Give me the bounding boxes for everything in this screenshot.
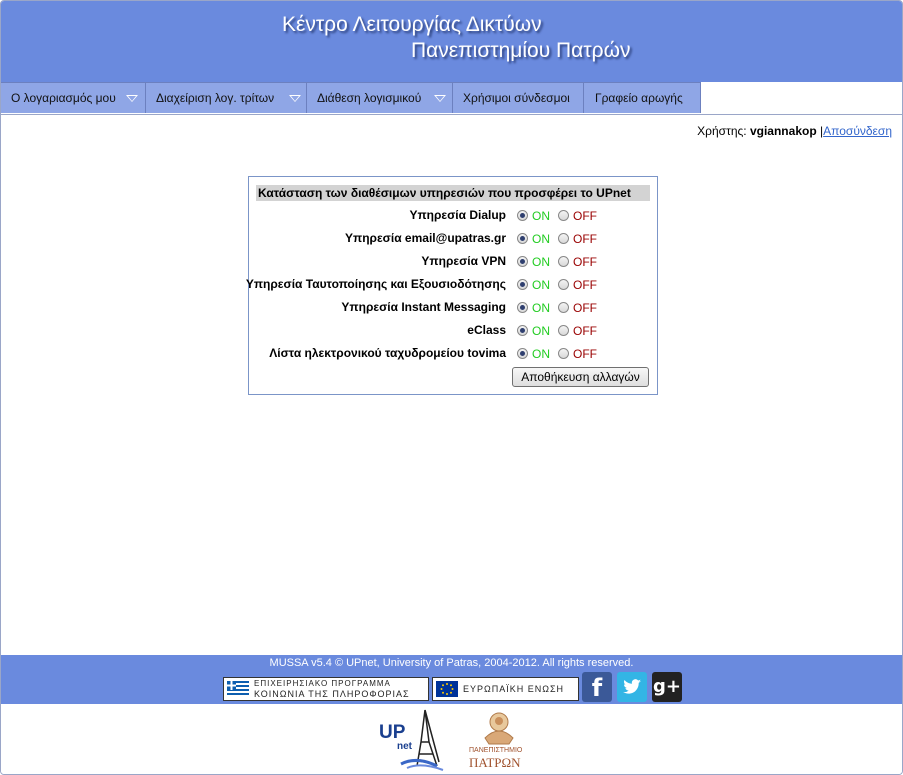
upnet-tower-icon <box>400 709 444 771</box>
on-label: ON <box>532 324 550 338</box>
menu-third-party-accounts-label: Διαχείριση λογ. τρίτων <box>156 91 275 105</box>
service-off-radio[interactable] <box>558 233 569 244</box>
service-on-radio[interactable] <box>517 256 528 267</box>
site-footer: MUSSA v5.4 © UPnet, University of Patras… <box>1 655 902 704</box>
on-label: ON <box>532 255 550 269</box>
university-emblem-icon <box>484 712 514 745</box>
service-name: Λίστα ηλεκτρονικού ταχυδρομείου tovima <box>269 346 506 360</box>
service-off-radio[interactable] <box>558 302 569 313</box>
service-off-radio[interactable] <box>558 210 569 221</box>
service-on-radio[interactable] <box>517 325 528 336</box>
username: vgiannakop <box>749 124 817 138</box>
twitter-bird-icon <box>623 679 641 694</box>
menu-useful-links[interactable]: Χρήσιμοι σύνδεσμοι <box>453 82 584 113</box>
eu-flag-icon <box>436 681 458 697</box>
university-of-patras-logo: ΠΑΝΕΠΙΣΤΗΜΙΟ ΠΑΤΡΩΝ <box>467 708 531 772</box>
university-logo-line1: ΠΑΝΕΠΙΣΤΗΜΙΟ <box>469 747 523 754</box>
off-label: OFF <box>573 324 597 338</box>
on-label: ON <box>532 232 550 246</box>
twitter-icon[interactable] <box>617 672 647 702</box>
university-logo-line2: ΠΑΤΡΩΝ <box>469 755 521 770</box>
main-menu: Ο λογαριασμός μου Διαχείριση λογ. τρίτων… <box>1 82 902 115</box>
menu-useful-links-label: Χρήσιμοι σύνδεσμοι <box>463 91 570 105</box>
service-name: Υπηρεσία Ταυτοποίησης και Εξουσιοδότησης <box>245 277 506 291</box>
service-off-radio[interactable] <box>558 279 569 290</box>
service-row: Υπηρεσία Ταυτοποίησης και Εξουσιοδότησης… <box>245 277 657 297</box>
menu-third-party-accounts[interactable]: Διαχείριση λογ. τρίτων <box>146 82 307 113</box>
on-label: ON <box>532 209 550 223</box>
program-badge-line2: ΚΟΙΝΩΝΙΑ ΤΗΣ ΠΛΗΡΟΦΟΡΙΑΣ <box>254 689 410 699</box>
service-on-radio[interactable] <box>517 279 528 290</box>
service-row: Λίστα ηλεκτρονικού ταχυδρομείου tovima O… <box>249 346 657 366</box>
off-label: OFF <box>573 209 597 223</box>
service-on-radio[interactable] <box>517 302 528 313</box>
user-info: Χρήστης: vgiannakop |Αποσύνδεση <box>697 124 892 138</box>
save-changes-button[interactable]: Αποθήκευση αλλαγών <box>512 367 649 387</box>
service-name: Υπηρεσία VPN <box>421 254 506 268</box>
service-off-radio[interactable] <box>558 325 569 336</box>
menu-helpdesk[interactable]: Γραφείο αρωγής <box>584 82 701 113</box>
program-badge-line1: ΕΠΙΧΕΙΡΗΣΙΑΚΟ ΠΡΟΓΡΑΜΜΑ <box>254 679 391 688</box>
off-label: OFF <box>573 301 597 315</box>
service-row: Υπηρεσία Instant Messaging ON OFF <box>249 300 657 320</box>
service-row: Υπηρεσία email@upatras.gr ON OFF <box>249 231 657 251</box>
program-badge[interactable]: ΕΠΙΧΕΙΡΗΣΙΑΚΟ ΠΡΟΓΡΑΜΜΑ ΚΟΙΝΩΝΙΑ ΤΗΣ ΠΛΗ… <box>223 677 429 701</box>
partner-logos: UP net ΠΑΝΕΠΙΣΤΗΜΙΟ ΠΑΤΡΩΝ <box>1 704 902 774</box>
eu-badge-text: ΕΥΡΩΠΑΪΚΗ ΕΝΩΣΗ <box>463 684 565 694</box>
upnet-logo: UP net <box>377 708 457 772</box>
site-title-line2: Πανεπιστημίου Πατρών <box>411 39 631 62</box>
site-header: Κέντρο Λειτουργίας Δικτύων Πανεπιστημίου… <box>1 1 902 82</box>
service-row: Υπηρεσία Dialup ON OFF <box>249 208 657 228</box>
off-label: OFF <box>573 232 597 246</box>
service-name: Υπηρεσία email@upatras.gr <box>345 231 506 245</box>
chevron-down-icon <box>434 95 446 102</box>
greek-flag-icon <box>227 681 249 697</box>
off-label: OFF <box>573 347 597 361</box>
logout-link[interactable]: Αποσύνδεση <box>823 124 892 138</box>
service-on-radio[interactable] <box>517 233 528 244</box>
service-on-radio[interactable] <box>517 210 528 221</box>
service-row: Υπηρεσία VPN ON OFF <box>249 254 657 274</box>
service-off-radio[interactable] <box>558 256 569 267</box>
service-row: eClass ON OFF <box>249 323 657 343</box>
menu-my-account-label: Ο λογαριασμός μου <box>11 91 116 105</box>
service-off-radio[interactable] <box>558 348 569 359</box>
services-panel-title: Κατάσταση των διαθέσιμων υπηρεσιών που π… <box>256 185 650 201</box>
site-title-line1: Κέντρο Λειτουργίας Δικτύων <box>282 13 542 36</box>
menu-my-account[interactable]: Ο λογαριασμός μου <box>1 82 146 113</box>
menu-helpdesk-label: Γραφείο αρωγής <box>595 91 683 105</box>
menu-software[interactable]: Διάθεση λογισμικού <box>307 82 453 113</box>
copyright-text: MUSSA v5.4 © UPnet, University of Patras… <box>269 657 634 669</box>
on-label: ON <box>532 278 550 292</box>
service-on-radio[interactable] <box>517 348 528 359</box>
service-name: eClass <box>467 323 506 337</box>
eu-badge[interactable]: ΕΥΡΩΠΑΪΚΗ ΕΝΩΣΗ <box>432 677 579 701</box>
chevron-down-icon <box>289 95 301 102</box>
services-panel: Κατάσταση των διαθέσιμων υπηρεσιών που π… <box>245 176 658 395</box>
menu-software-label: Διάθεση λογισμικού <box>317 91 422 105</box>
on-label: ON <box>532 347 550 361</box>
service-name: Υπηρεσία Dialup <box>409 208 506 222</box>
chevron-down-icon <box>126 95 138 102</box>
facebook-icon[interactable]: f <box>582 672 612 702</box>
off-label: OFF <box>573 255 597 269</box>
service-name: Υπηρεσία Instant Messaging <box>341 300 506 314</box>
page-frame: Κέντρο Λειτουργίας Δικτύων Πανεπιστημίου… <box>0 0 903 775</box>
on-label: ON <box>532 301 550 315</box>
off-label: OFF <box>573 278 597 292</box>
googleplus-icon[interactable]: g+ <box>652 672 682 702</box>
user-prefix: Χρήστης: <box>697 124 747 138</box>
